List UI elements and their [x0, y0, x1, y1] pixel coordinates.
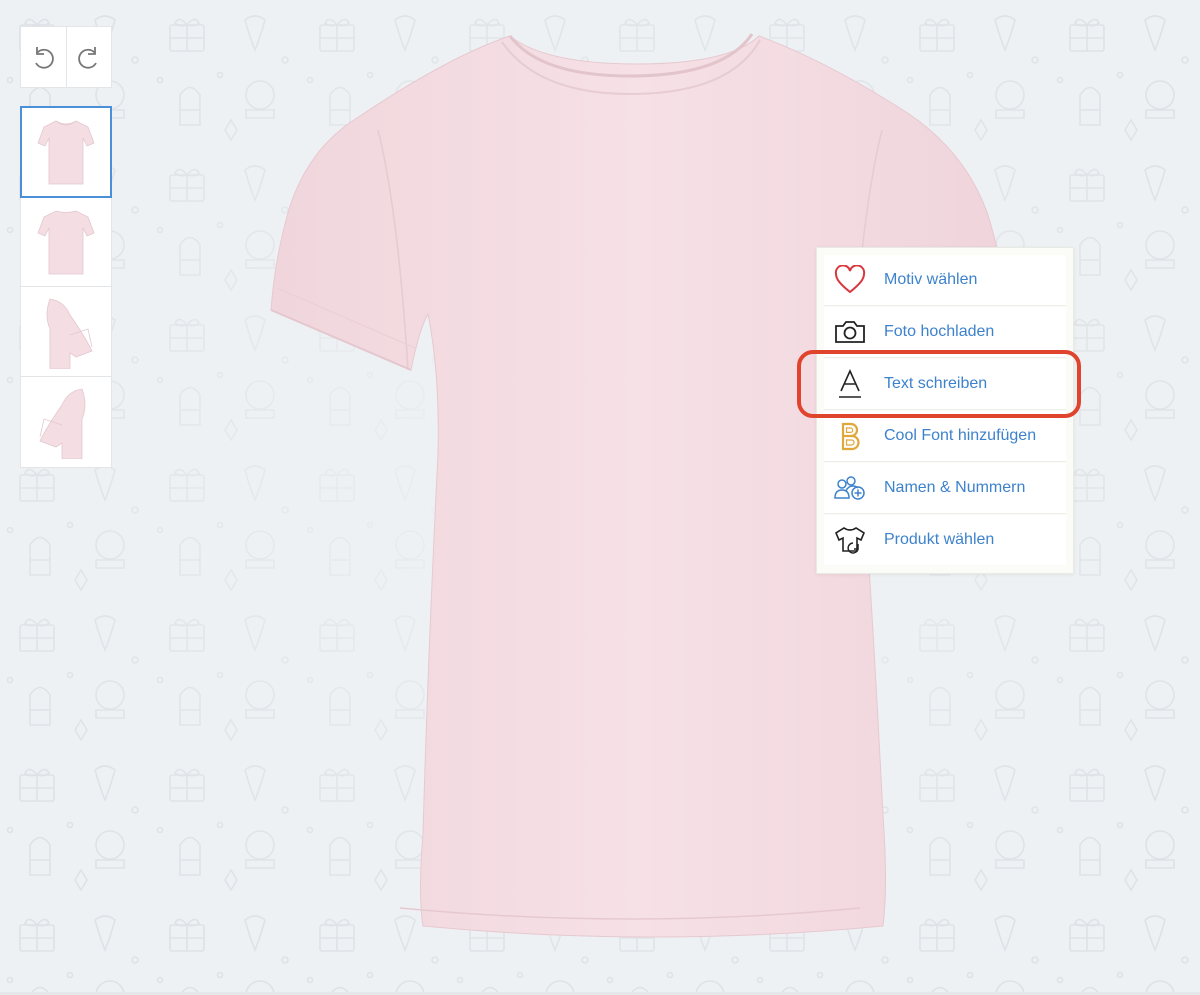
undo-icon: [35, 47, 55, 69]
heart-icon: [834, 265, 866, 294]
cool-font-icon: [841, 422, 860, 451]
menu-item-choose-motif[interactable]: Motiv wählen: [824, 255, 1066, 306]
team-names-icon: [834, 476, 865, 500]
undo-button[interactable]: [21, 27, 66, 87]
view-thumbnails: [20, 106, 112, 468]
text-icon: [839, 369, 861, 398]
menu-item-label: Namen & Nummern: [884, 479, 1026, 496]
menu-item-label: Produkt wählen: [884, 531, 995, 548]
shirt-left-sleeve-thumbnail: [46, 298, 93, 369]
shirt-swap-icon: [834, 527, 866, 554]
menu-item-label: Foto hochladen: [884, 323, 995, 340]
menu-item-write-text[interactable]: Text schreiben: [824, 359, 1066, 410]
menu-item-choose-product[interactable]: Produkt wählen: [824, 515, 1066, 565]
shirt-back-thumbnail: [37, 210, 95, 274]
shirt-right-sleeve-thumbnail: [39, 388, 86, 459]
view-back[interactable]: [21, 197, 111, 287]
design-action-menu: Motiv wählen Foto hochladen Text schreib…: [816, 247, 1074, 574]
menu-item-names-numbers[interactable]: Namen & Nummern: [824, 463, 1066, 514]
redo-icon: [77, 47, 97, 69]
undo-redo-toolbar: [20, 26, 112, 88]
view-left-sleeve[interactable]: [21, 287, 111, 377]
shirt-front-thumbnail: [37, 120, 95, 184]
redo-button[interactable]: [65, 27, 112, 87]
view-right-sleeve[interactable]: [21, 377, 111, 467]
view-front[interactable]: [20, 106, 112, 198]
menu-item-upload-photo[interactable]: Foto hochladen: [824, 307, 1066, 358]
menu-item-label: Text schreiben: [884, 375, 988, 392]
menu-item-add-cool-font[interactable]: Cool Font hinzufügen: [824, 411, 1066, 462]
menu-item-label: Cool Font hinzufügen: [884, 427, 1037, 444]
camera-icon: [835, 321, 865, 343]
menu-item-label: Motiv wählen: [884, 271, 978, 288]
